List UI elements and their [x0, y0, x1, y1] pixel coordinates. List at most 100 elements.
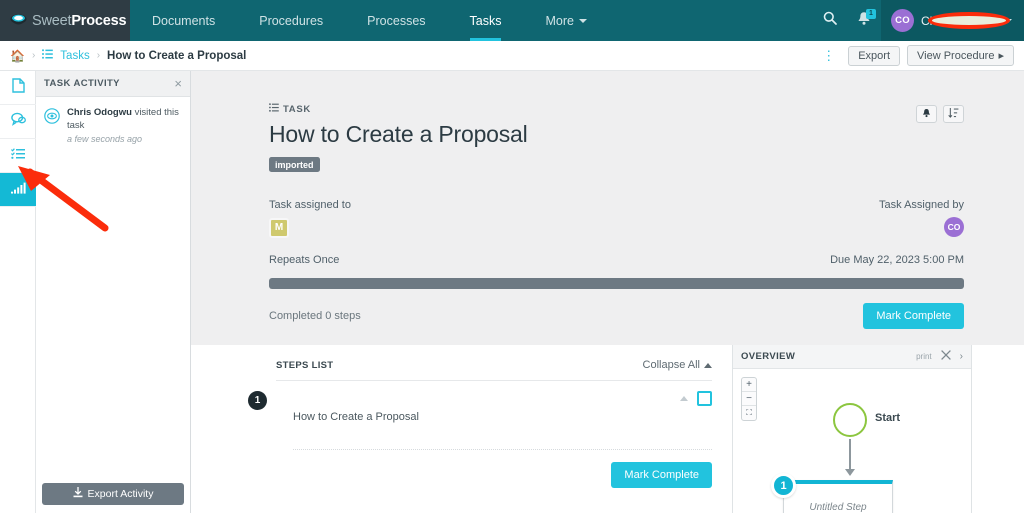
activity-entry: Chris Odogwu visited this task a few sec… [44, 107, 182, 144]
collapse-all-button[interactable]: Collapse All [643, 359, 712, 371]
avatar: CO [890, 9, 914, 32]
assigned-to-label: Task assigned to [269, 198, 351, 211]
steps-list-header: STEPS LIST Collapse All [276, 359, 712, 381]
download-icon [73, 487, 83, 501]
nav-label-procedures: Procedures [259, 13, 324, 28]
flow-node-start[interactable] [833, 403, 867, 437]
activity-entry-text: Chris Odogwu visited this task [67, 107, 182, 133]
export-activity-label: Export Activity [87, 488, 154, 500]
assigner-avatar[interactable]: CO [944, 216, 964, 237]
rail-item-document[interactable] [0, 71, 36, 105]
chevron-right-icon: ▸ [998, 50, 1004, 62]
nav-item-processes[interactable]: Processes [345, 0, 447, 41]
sort-icon [948, 107, 959, 121]
breadcrumb: 🏠 › Tasks › How to Create a Proposal [10, 49, 246, 62]
overview-canvas[interactable]: + − ⛶ Start Untitled Step 1 [733, 369, 971, 513]
lower-section: STEPS LIST Collapse All 1 How to Create … [191, 345, 1024, 513]
steps-list-panel: STEPS LIST Collapse All 1 How to Create … [191, 345, 724, 513]
step-number: 1 [248, 391, 267, 410]
task-due-date: Due May 22, 2023 5:00 PM [830, 253, 964, 266]
task-activity-body: Chris Odogwu visited this task a few sec… [36, 97, 190, 154]
breadcrumb-link-tasks[interactable]: Tasks [60, 50, 89, 62]
step-checkbox[interactable] [697, 391, 712, 406]
page-title: How to Create a Proposal [269, 121, 528, 147]
nav-item-documents[interactable]: Documents [130, 0, 237, 41]
close-icon[interactable]: × [174, 77, 182, 90]
task-activity-panel: TASK ACTIVITY × Chris Odogwu visited thi… [36, 71, 191, 513]
nav-label-tasks: Tasks [469, 13, 502, 28]
collapse-all-label: Collapse All [642, 359, 700, 371]
status-badge: imported [269, 157, 320, 172]
notifications-button[interactable]: 1 [847, 0, 881, 41]
task-notify-button[interactable] [916, 105, 937, 123]
logo-text: SweetProcess [32, 12, 127, 29]
activity-chart-icon [10, 181, 26, 199]
breadcrumb-current: How to Create a Proposal [107, 49, 247, 62]
task-progress-bar [269, 277, 964, 289]
flow-connector-arrowhead [845, 469, 855, 476]
chevron-up-icon [704, 362, 712, 368]
home-icon[interactable]: 🏠 [10, 50, 25, 62]
view-procedure-button[interactable]: View Procedure ▸ [907, 45, 1014, 66]
nav-label-more: More [545, 13, 574, 28]
zoom-fit-button[interactable]: ⛶ [742, 406, 756, 420]
nav-item-procedures[interactable]: Procedures [237, 0, 345, 41]
mark-complete-label: Mark Complete [876, 309, 951, 322]
flow-connector-line [849, 439, 851, 471]
step-controls [680, 391, 712, 406]
chevron-down-icon [1004, 18, 1012, 23]
left-icon-rail [0, 71, 36, 513]
activity-entry-time: a few seconds ago [67, 133, 143, 144]
breadcrumb-separator-2: › [96, 50, 101, 61]
task-repeats: Repeats Once [269, 253, 340, 266]
task-sort-button[interactable] [943, 105, 964, 123]
more-options-icon[interactable]: ⋮ [816, 49, 841, 62]
user-menu[interactable]: CO Chris Odogwu [880, 0, 1024, 41]
step-divider [293, 449, 712, 450]
nav-items: Documents Procedures Processes Tasks Mor… [130, 0, 609, 41]
flow-node-step-number: 1 [771, 473, 796, 498]
breadcrumb-bar: 🏠 › Tasks › How to Create a Proposal ⋮ E… [0, 41, 1024, 71]
flow-node-start-label: Start [875, 412, 901, 424]
rail-item-comments[interactable] [0, 105, 36, 139]
assigned-to-block: Task assigned to M [269, 199, 351, 238]
mark-complete-button-top[interactable]: Mark Complete [863, 302, 964, 329]
zoom-out-button[interactable]: − [742, 392, 756, 406]
search-icon [823, 11, 837, 30]
mark-complete-button-step[interactable]: Mark Complete [611, 462, 712, 488]
rail-item-activity[interactable] [0, 173, 36, 207]
breadcrumb-separator: › [31, 50, 36, 61]
export-activity-button[interactable]: Export Activity [42, 483, 184, 505]
logo-word-sweet: Sweet [32, 12, 72, 29]
task-meta-row: Repeats Once Due May 22, 2023 5:00 PM [269, 254, 964, 266]
steps-footer: Mark Complete [276, 462, 712, 488]
task-summary-card: TASK How to Create a Proposal imported T… [191, 71, 1024, 345]
print-button[interactable]: print [916, 352, 932, 361]
expand-icon[interactable] [940, 350, 951, 363]
assignment-row: Task assigned to M Task Assigned by CO [269, 199, 964, 238]
assigned-by-block: Task Assigned by CO [879, 199, 964, 238]
nav-item-more[interactable]: More [523, 0, 608, 41]
search-button[interactable] [813, 0, 847, 41]
logo[interactable]: SweetProcess [0, 0, 130, 41]
document-icon [11, 77, 25, 98]
bell-icon [922, 108, 931, 121]
step-collapse-chevron-up-icon[interactable] [680, 396, 688, 401]
export-activity-wrap: Export Activity [36, 483, 190, 505]
zoom-controls: + − ⛶ [741, 377, 757, 421]
zoom-in-button[interactable]: + [742, 378, 756, 392]
task-card-actions [916, 105, 964, 123]
flow-node-step[interactable]: Untitled Step [783, 480, 893, 513]
overview-header: OVERVIEW print › [733, 345, 971, 369]
nav-item-tasks[interactable]: Tasks [448, 0, 524, 41]
logo-word-process: Process [71, 12, 127, 29]
export-button[interactable]: Export [848, 45, 901, 66]
rail-item-checklist[interactable] [0, 139, 36, 173]
assignee-avatar[interactable]: M [269, 217, 289, 238]
notification-badge: 1 [865, 9, 876, 19]
chevron-right-icon[interactable]: › [960, 351, 963, 362]
assigned-by-label: Task Assigned by [879, 198, 964, 211]
checklist-icon [10, 147, 25, 165]
comments-icon [10, 112, 26, 131]
task-eyebrow: TASK [269, 103, 964, 115]
